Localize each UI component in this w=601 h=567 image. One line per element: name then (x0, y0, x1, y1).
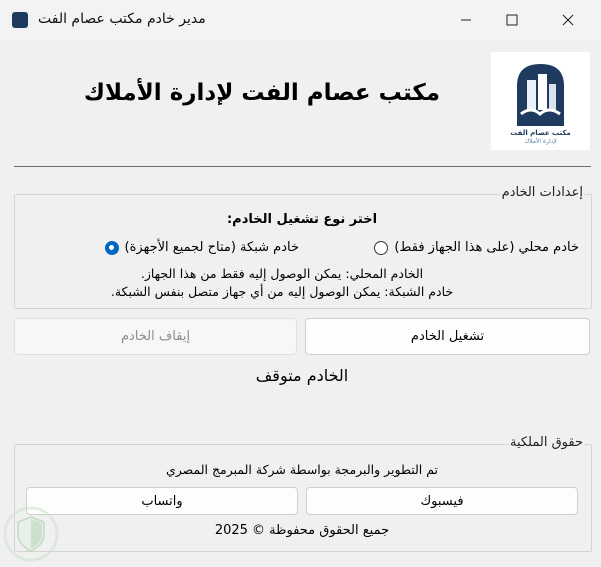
local-server-description: الخادم المحلي: يمكن الوصول إليه فقط من ه… (140, 266, 424, 281)
close-button[interactable] (545, 0, 591, 40)
app-icon (12, 12, 28, 28)
minimize-icon (461, 19, 471, 21)
developer-credit: تم التطوير والبرمجة بواسطة شركة المبرمج … (165, 462, 439, 477)
maximize-icon (506, 14, 518, 26)
whatsapp-button[interactable]: واتساب (26, 487, 298, 515)
server-status: الخادم متوقف (255, 366, 349, 385)
rights-reserved-text: جميع الحقوق محفوظة © 2025 (214, 523, 390, 538)
radio-local-label: خادم محلي (على هذا الجهاز فقط) (394, 240, 579, 255)
radio-local-indicator[interactable] (374, 240, 389, 255)
company-logo: مكتب عصام الفت لإدارة الأملاك (491, 52, 590, 150)
minimize-button[interactable] (443, 0, 489, 40)
stop-server-button[interactable]: إيقاف الخادم (14, 318, 297, 355)
server-settings-label: إعدادات الخادم (500, 185, 584, 200)
choose-server-type-label: اختر نوع تشغيل الخادم: (226, 212, 378, 227)
radio-network-label: خادم شبكة (متاح لجميع الأجهزة) (124, 240, 299, 255)
radio-local-server[interactable]: خادم محلي (على هذا الجهاز فقط) (374, 240, 579, 255)
copyright-label: حقوق الملكية (508, 435, 584, 450)
logo-title-text: مكتب عصام الفت (510, 129, 570, 137)
network-server-description: خادم الشبكة: يمكن الوصول إليه من أي جهاز… (110, 284, 454, 299)
facebook-button[interactable]: فيسبوك (306, 487, 578, 515)
radio-network-server[interactable]: خادم شبكة (متاح لجميع الأجهزة) (104, 240, 299, 255)
window-title: مدير خادم مكتب عصام الفت (38, 11, 206, 27)
close-icon (562, 14, 574, 26)
watermark-shield-icon (2, 505, 60, 563)
page-title: مكتب عصام الفت لإدارة الأملاك (83, 80, 440, 106)
header-divider (14, 166, 591, 167)
maximize-button[interactable] (489, 0, 535, 40)
logo-subtitle-text: لإدارة الأملاك (524, 137, 557, 145)
app-window: مدير خادم مكتب عصام الفت مكتب عصام الفت … (0, 0, 601, 563)
radio-network-indicator[interactable] (104, 240, 119, 255)
title-bar: مدير خادم مكتب عصام الفت (0, 0, 601, 40)
start-server-button[interactable]: تشغيل الخادم (305, 318, 590, 355)
